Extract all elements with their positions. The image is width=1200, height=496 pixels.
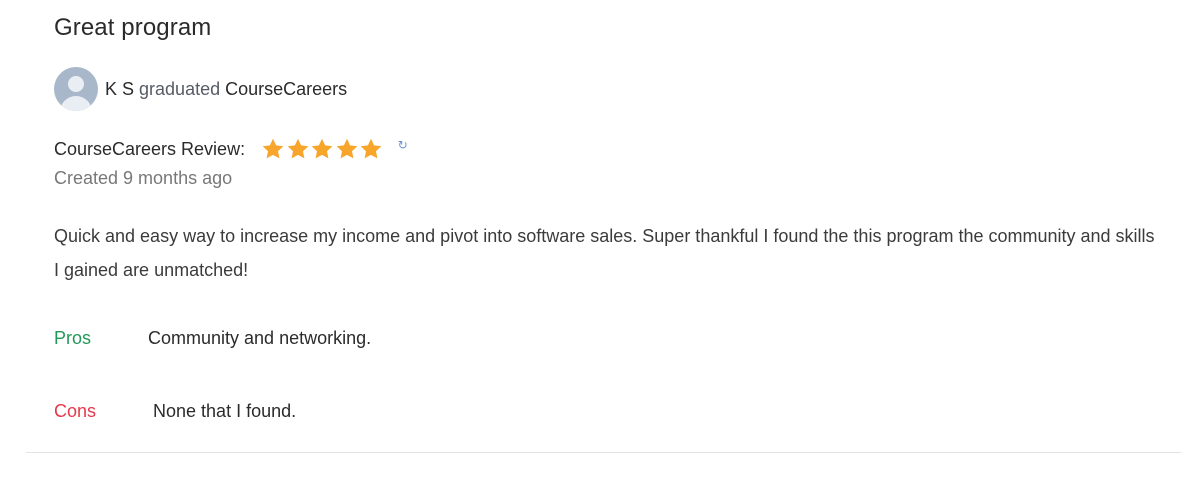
- author-action: graduated: [139, 78, 221, 99]
- star-icon: [335, 137, 359, 161]
- star-rating: [261, 137, 384, 161]
- avatar-body-shape: [60, 96, 92, 111]
- author-line: K S graduated CourseCareers: [105, 79, 347, 100]
- author-school[interactable]: CourseCareers: [225, 79, 347, 99]
- review-card: Great program K S graduated CourseCareer…: [0, 0, 1200, 496]
- rating-row: CourseCareers Review: ↻: [54, 135, 408, 163]
- cons-row: Cons None that I found.: [54, 401, 296, 422]
- rating-label: CourseCareers Review:: [54, 138, 246, 159]
- cons-label: Cons: [54, 401, 97, 421]
- star-icon: [261, 137, 285, 161]
- review-body: Quick and easy way to increase my income…: [54, 226, 1155, 280]
- author-name[interactable]: K S: [105, 79, 134, 99]
- avatar-head-shape: [68, 76, 84, 92]
- pros-label: Pros: [54, 328, 92, 348]
- author-row: K S graduated CourseCareers: [54, 67, 347, 111]
- review-title: Great program: [54, 14, 212, 41]
- star-icon: [286, 137, 310, 161]
- divider: [26, 452, 1181, 453]
- star-icon: [359, 137, 383, 161]
- created-date: Created 9 months ago: [54, 168, 233, 188]
- avatar[interactable]: [54, 67, 98, 111]
- pros-row: Pros Community and networking.: [54, 328, 371, 349]
- star-icon: [310, 137, 334, 161]
- rating-info-icon[interactable]: ↻: [398, 138, 408, 152]
- pros-text: Community and networking.: [148, 328, 372, 348]
- cons-text: None that I found.: [153, 401, 297, 421]
